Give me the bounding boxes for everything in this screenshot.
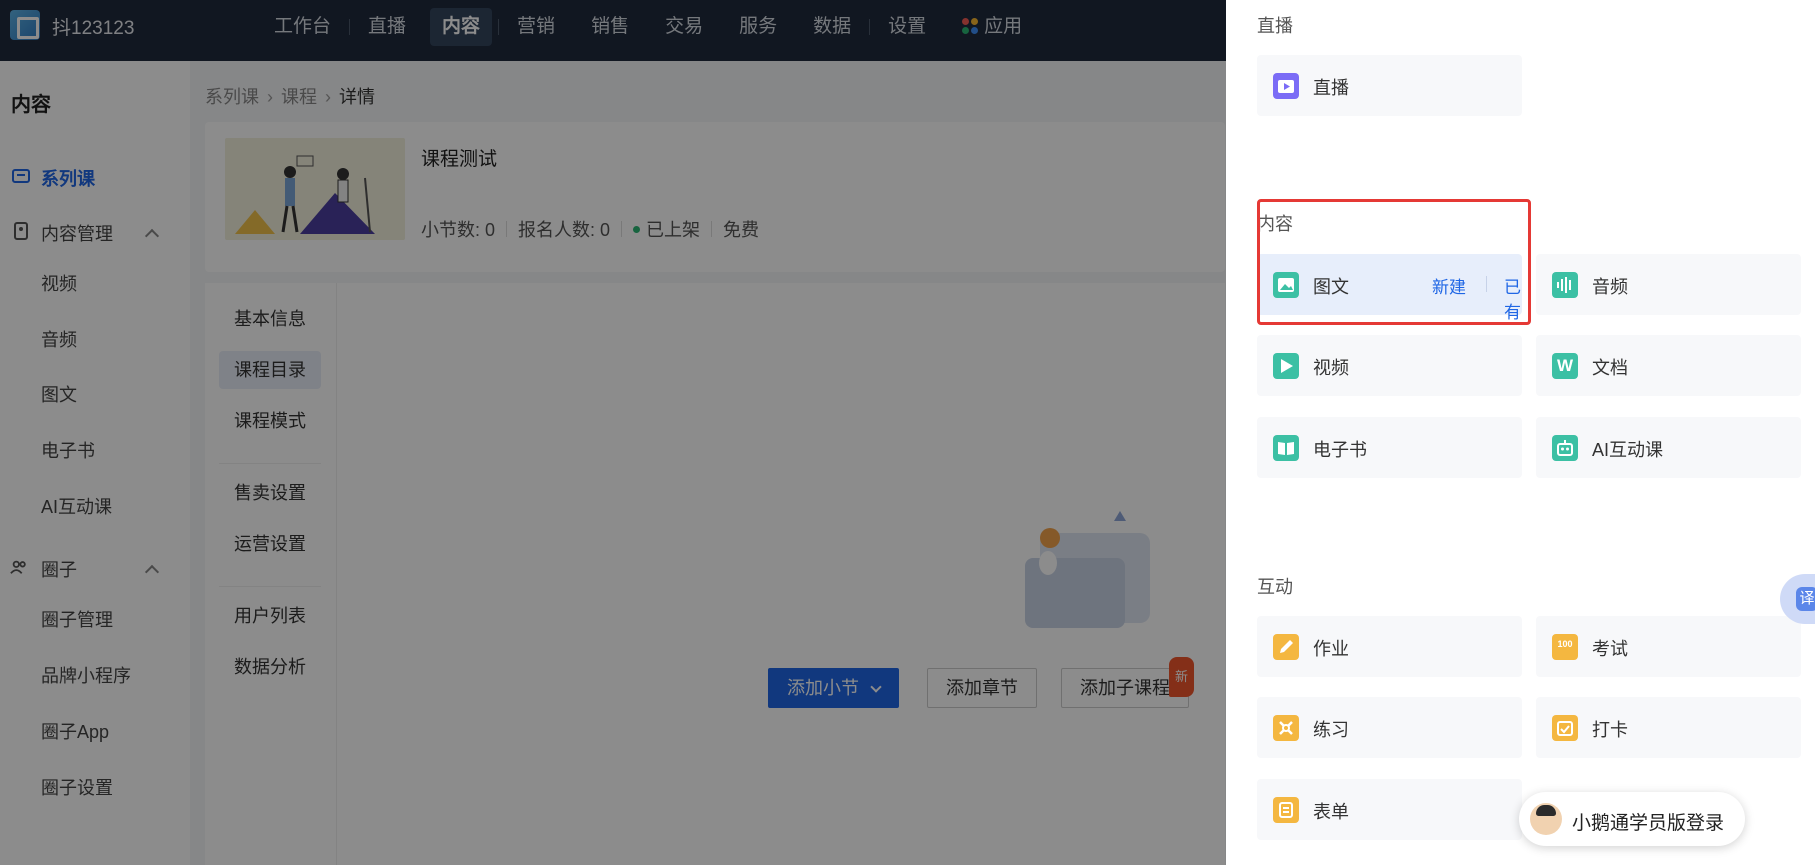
annotation-highlight-box [1257, 199, 1531, 325]
exam-score-icon: 100 [1552, 634, 1578, 660]
tile-checkin-label: 打卡 [1592, 720, 1628, 740]
tile-practice-label: 练习 [1313, 720, 1349, 740]
tile-audio[interactable]: 音频 [1536, 254, 1801, 315]
video-play-icon [1273, 353, 1299, 379]
tile-live-label: 直播 [1313, 78, 1349, 98]
tile-exam[interactable]: 100 考试 [1536, 616, 1801, 677]
pencil-icon [1273, 634, 1299, 660]
tile-homework[interactable]: 作业 [1257, 616, 1522, 677]
tile-document-label: 文档 [1592, 358, 1628, 378]
tile-ai-course-label: AI互动课 [1592, 440, 1664, 460]
tile-form-label: 表单 [1313, 802, 1349, 822]
tile-checkin[interactable]: 打卡 [1536, 697, 1801, 758]
section-title-interaction: 互动 [1257, 577, 1293, 597]
tile-live[interactable]: 直播 [1257, 55, 1522, 116]
student-app-login-button[interactable]: 小鹅通学员版登录 [1519, 792, 1745, 846]
modal-overlay[interactable] [0, 0, 1226, 865]
live-icon [1273, 73, 1299, 99]
section-title-live: 直播 [1257, 16, 1293, 36]
ai-robot-icon [1552, 435, 1578, 461]
tile-ai-course[interactable]: AI互动课 [1536, 417, 1801, 478]
tile-practice[interactable]: 练习 [1257, 697, 1522, 758]
translate-icon: 译 [1796, 587, 1815, 611]
audio-wave-icon [1552, 272, 1578, 298]
tile-ebook-label: 电子书 [1313, 440, 1367, 460]
practice-icon [1273, 715, 1299, 741]
tile-document[interactable]: W 文档 [1536, 335, 1801, 396]
tile-homework-label: 作业 [1313, 639, 1349, 659]
tile-video[interactable]: 视频 [1257, 335, 1522, 396]
ebook-icon [1273, 435, 1299, 461]
form-icon [1273, 797, 1299, 823]
tile-audio-label: 音频 [1592, 277, 1628, 297]
calendar-check-icon [1552, 715, 1578, 741]
document-word-icon: W [1552, 353, 1578, 379]
tile-form[interactable]: 表单 [1257, 779, 1522, 840]
add-content-drawer: 直播 直播 内容 图文 新建 已有 音频 视频 W 文档 电子书 AI互动课 互… [1226, 0, 1815, 865]
tile-ebook[interactable]: 电子书 [1257, 417, 1522, 478]
tile-exam-label: 考试 [1592, 639, 1628, 659]
tile-video-label: 视频 [1313, 358, 1349, 378]
avatar [1530, 803, 1562, 835]
student-app-login-label: 小鹅通学员版登录 [1572, 813, 1725, 834]
